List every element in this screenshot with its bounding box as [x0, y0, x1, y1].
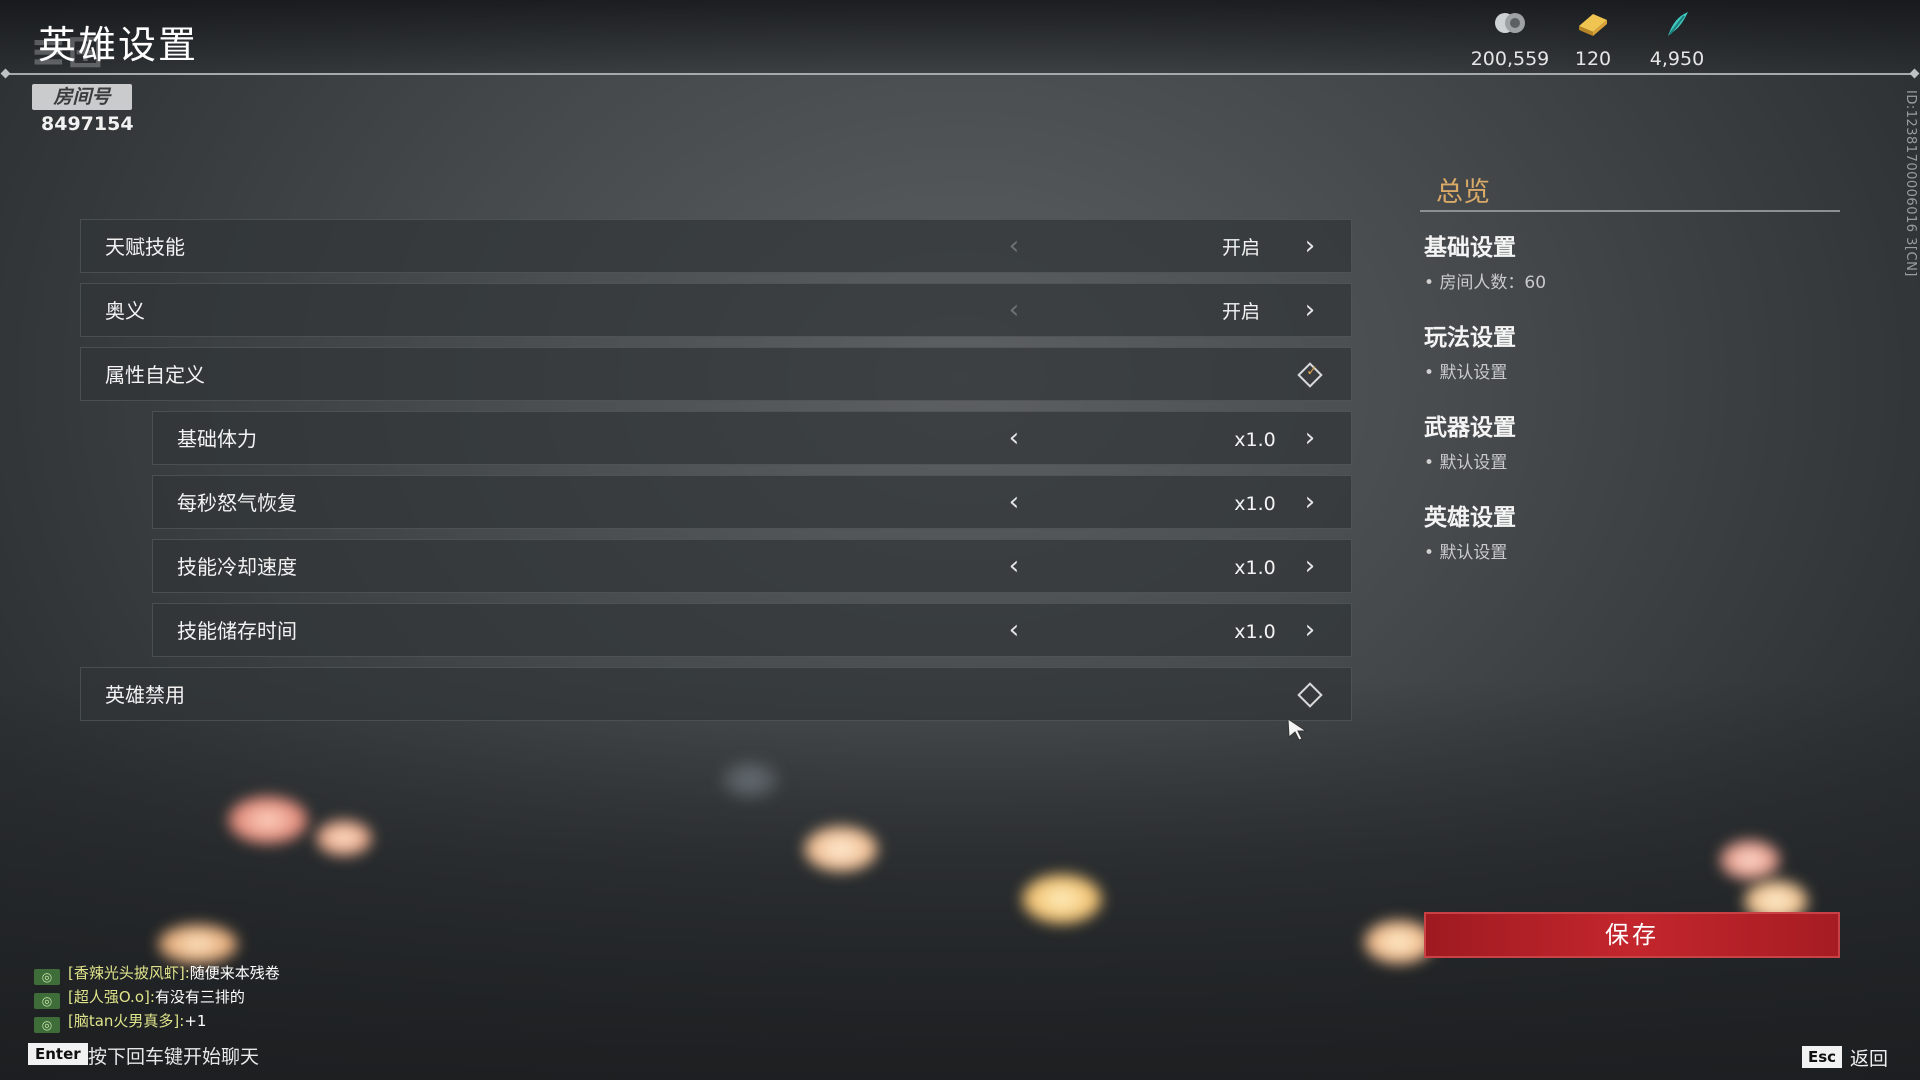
setting-label: 属性自定义 [105, 363, 205, 387]
setting-row-talent-skill[interactable]: 天赋技能 ‹ 开启 › [80, 219, 1352, 273]
setting-row-skill-storage[interactable]: 技能储存时间 ‹ x1.0 › [152, 603, 1352, 657]
page-title: 英雄设置 [38, 23, 199, 67]
lantern-light [228, 796, 308, 844]
setting-label: 基础体力 [177, 427, 257, 451]
chevron-left-icon[interactable]: ‹ [999, 284, 1029, 336]
chat-hint: 按下回车键开始聊天 [88, 1046, 260, 1068]
chevron-left-icon[interactable]: ‹ [999, 604, 1029, 656]
currency-jade: 4,950 [1627, 10, 1727, 70]
chat-channel-icon: ◎ [34, 1017, 60, 1033]
lantern-light [720, 760, 780, 800]
setting-row-rage-regen[interactable]: 每秒怒气恢复 ‹ x1.0 › [152, 475, 1352, 529]
overview-section-hero: 英雄设置 [1424, 505, 1516, 531]
setting-row-hero-ban[interactable]: 英雄禁用 [80, 667, 1352, 721]
chat-channel-icon: ◎ [34, 993, 60, 1009]
checkbox-checked-icon[interactable] [1297, 362, 1323, 388]
setting-value: x1.0 [1234, 557, 1276, 579]
chat-channel-icon: ◎ [34, 969, 60, 985]
chevron-right-icon[interactable]: › [1295, 604, 1325, 656]
setting-value: x1.0 [1234, 429, 1276, 451]
overview-item-basic: 房间人数：60 [1424, 268, 1546, 293]
chat-text: 随便来本残卷 [189, 964, 280, 982]
setting-label: 奥义 [105, 299, 145, 323]
overview-section-basic: 基础设置 [1424, 235, 1516, 261]
setting-row-skill-cooldown[interactable]: 技能冷却速度 ‹ x1.0 › [152, 539, 1352, 593]
session-id: ID:12381700006016 3[CN] [1903, 90, 1918, 277]
lantern-light [1720, 840, 1780, 880]
lantern-light [804, 826, 878, 872]
jade-feather-icon [1627, 10, 1727, 40]
chevron-right-icon[interactable]: › [1295, 476, 1325, 528]
chevron-left-icon[interactable]: ‹ [999, 476, 1029, 528]
lantern-light [158, 924, 238, 964]
chat-text: +1 [184, 1012, 207, 1030]
back-button[interactable]: 返回 [1850, 1044, 1888, 1071]
overview-item-gameplay: 默认设置 [1424, 358, 1507, 383]
overview-section-gameplay: 玩法设置 [1424, 325, 1516, 351]
setting-value: x1.0 [1234, 493, 1276, 515]
setting-label: 每秒怒气恢复 [177, 491, 297, 515]
overview-section-weapon: 武器设置 [1424, 415, 1516, 441]
chat-message: ◎ [脑tan火男真多]:+1 [34, 1011, 207, 1033]
overview-item-weapon: 默认设置 [1424, 448, 1507, 473]
chat-message: ◎ [香辣光头披风虾]:随便来本残卷 [34, 963, 280, 985]
lantern-light [1022, 874, 1102, 924]
chat-message: ◎ [超人强O.o]:有没有三排的 [34, 987, 245, 1009]
chevron-left-icon[interactable]: ‹ [999, 540, 1029, 592]
chevron-right-icon[interactable]: › [1295, 220, 1325, 272]
setting-row-base-stamina[interactable]: 基础体力 ‹ x1.0 › [152, 411, 1352, 465]
chevron-right-icon[interactable]: › [1295, 412, 1325, 464]
water-background [0, 680, 1920, 1080]
room-id: 8497154 [41, 113, 134, 135]
lantern-light [316, 820, 372, 856]
enter-key-badge[interactable]: Enter [28, 1043, 88, 1065]
setting-label: 技能储存时间 [177, 619, 297, 643]
setting-row-custom-attributes[interactable]: 属性自定义 [80, 347, 1352, 401]
chevron-left-icon[interactable]: ‹ [999, 220, 1029, 272]
checkbox-empty-icon[interactable] [1297, 682, 1323, 708]
save-button[interactable]: 保存 [1424, 912, 1840, 958]
setting-row-ultimate[interactable]: 奥义 ‹ 开启 › [80, 283, 1352, 337]
chevron-left-icon[interactable]: ‹ [999, 412, 1029, 464]
chevron-right-icon[interactable]: › [1295, 540, 1325, 592]
overview-item-hero: 默认设置 [1424, 538, 1507, 563]
esc-key-badge[interactable]: Esc [1802, 1046, 1843, 1068]
mouse-cursor-icon [1287, 718, 1308, 741]
chevron-right-icon[interactable]: › [1295, 284, 1325, 336]
chat-user: [香辣光头披风虾]: [68, 964, 190, 982]
setting-label: 英雄禁用 [105, 683, 185, 707]
overview-title: 总览 [1436, 177, 1490, 208]
setting-label: 天赋技能 [105, 235, 185, 259]
room-number-tag: 房间号 [32, 84, 132, 110]
setting-label: 技能冷却速度 [177, 555, 297, 579]
top-divider [8, 73, 1912, 75]
jade-amount: 4,950 [1649, 48, 1705, 70]
chat-text: 有没有三排的 [154, 988, 245, 1006]
setting-value: x1.0 [1234, 621, 1276, 643]
overview-divider [1420, 210, 1840, 212]
chat-user: [脑tan火男真多]: [68, 1012, 185, 1030]
chat-user: [超人强O.o]: [68, 988, 155, 1006]
